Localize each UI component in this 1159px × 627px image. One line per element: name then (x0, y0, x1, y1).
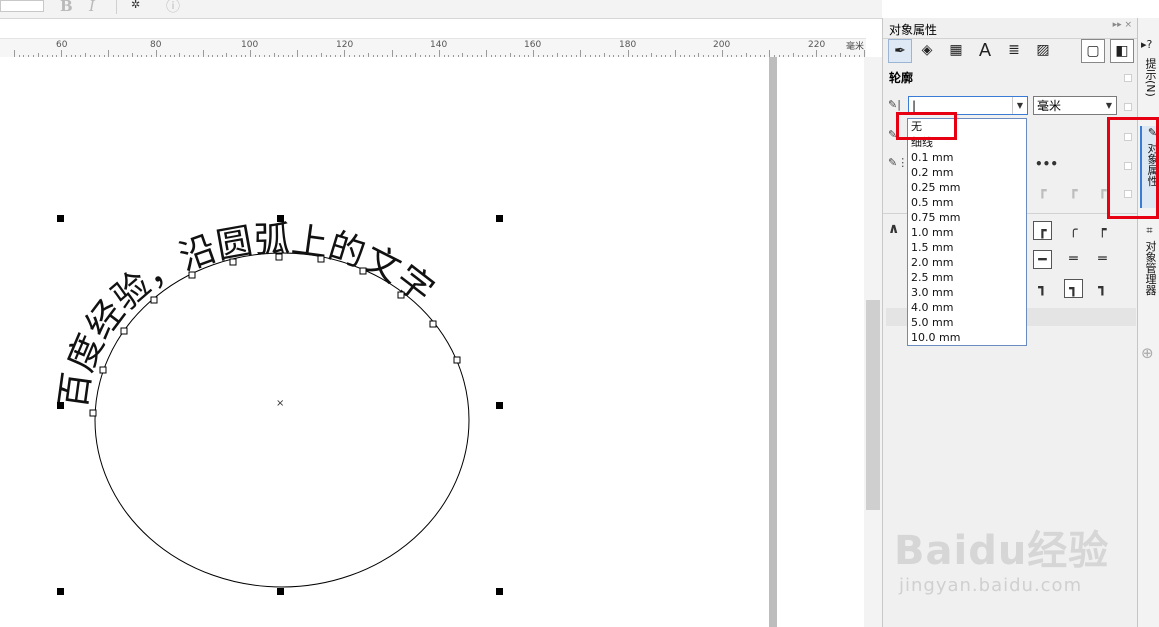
outline-width-icon: ✎| (888, 98, 901, 111)
drawing-canvas[interactable]: 百度经验，沿圆弧上的文字 × (0, 57, 866, 627)
dropdown-option[interactable]: 0.2 mm (911, 165, 953, 180)
outline-section-title: 轮廓 (889, 71, 914, 85)
scrollbar-thumb[interactable] (866, 300, 880, 510)
watermark-logo: Baidu经验 (894, 528, 1110, 574)
dropdown-option[interactable]: 0.25 mm (911, 180, 960, 195)
add-docker-icon[interactable]: ⊕ (1141, 344, 1154, 362)
ruler-label: 160 (524, 40, 542, 50)
canvas-drawing[interactable]: 百度经验，沿圆弧上的文字 (0, 57, 866, 627)
highlight-box-object-properties-tab (1107, 117, 1159, 219)
ruler-label: 60 (56, 40, 68, 50)
dropdown-option[interactable]: 1.5 mm (911, 240, 953, 255)
dropdown-option[interactable]: 0.1 mm (911, 150, 953, 165)
settings-icon[interactable]: ✲ (131, 0, 140, 11)
corner-bevel-button[interactable]: ┍ (1093, 221, 1112, 240)
cap-square-button[interactable]: ═ (1093, 250, 1112, 269)
tab-object-manager-label: 对象管理器 (1144, 240, 1157, 296)
ruler-label: 200 (713, 40, 731, 50)
help-pointer-icon[interactable]: ▸? (1141, 38, 1152, 51)
dropdown-option[interactable]: 4.0 mm (911, 300, 953, 315)
dropdown-option[interactable]: 3.0 mm (911, 285, 953, 300)
chevron-down-icon[interactable]: ▼ (1012, 97, 1027, 114)
corner-dim-icon: ┏ (1069, 183, 1078, 199)
ruler-label: 180 (619, 40, 637, 50)
italic-button[interactable]: I (89, 0, 95, 15)
outline-pen-tab-icon[interactable]: ✒ (888, 39, 912, 63)
position-outside-button[interactable]: ┓ (1033, 279, 1052, 298)
position-center-button[interactable]: ┓ (1064, 279, 1083, 298)
section-checkbox[interactable] (1124, 74, 1132, 82)
ruler-label: 80 (150, 40, 162, 50)
dropdown-option[interactable]: 2.5 mm (911, 270, 953, 285)
docker-tab-bar: ✒ ◈ ▦ A ≣ ▨ ▢ ◧ (883, 38, 1138, 64)
center-mark: × (276, 398, 285, 409)
position-inside-button[interactable]: ┓ (1093, 279, 1112, 298)
outline-width-value: | (912, 99, 917, 113)
cap-butt-button[interactable]: ━ (1033, 250, 1052, 269)
toolbar-divider (116, 0, 117, 14)
miter-limit-icon: ∧ (888, 221, 900, 237)
docker-collapse-icon[interactable]: ▸▸ × (1113, 20, 1132, 30)
arc-text-path: 百度经验，沿圆弧上的文字 (53, 219, 441, 411)
corner-round-button[interactable]: ╭ (1064, 221, 1083, 240)
dropdown-option[interactable]: 10.0 mm (911, 330, 960, 345)
docker-title: 对象属性 (889, 23, 938, 37)
ruler-label: 140 (430, 40, 448, 50)
dropdown-option[interactable]: 2.0 mm (911, 255, 953, 270)
cap-round-button[interactable]: ═ (1064, 250, 1083, 269)
tab-hints[interactable]: 提示(N) (1140, 58, 1158, 97)
dropdown-option[interactable]: 1.0 mm (911, 225, 953, 240)
ruler-unit: 毫米 (845, 42, 864, 52)
watermark-url: jingyan.baidu.com (899, 575, 1083, 596)
corner-miter-button[interactable]: ┏ (1033, 221, 1052, 240)
dropdown-option[interactable]: 5.0 mm (911, 315, 953, 330)
character-tab-icon[interactable]: A (974, 39, 996, 61)
dropdown-option[interactable]: 0.75 mm (911, 210, 960, 225)
horizontal-ruler[interactable]: 60 80 100 120 140 160 180 200 220 毫米 (0, 38, 866, 59)
arc-text[interactable]: 百度经验，沿圆弧上的文字 (53, 219, 441, 411)
property-toolbar: B I ✲ ⓘ (0, 0, 882, 19)
outline-style-icon: ✎⋮ (888, 156, 909, 169)
detail-view-icon[interactable]: ◧ (1110, 39, 1134, 63)
dropdown-option[interactable]: 0.5 mm (911, 195, 953, 210)
layers-small-icon: ⌗ (1144, 226, 1157, 241)
toolbar-field[interactable] (0, 0, 44, 12)
ruler-label: 220 (808, 40, 826, 50)
summary-view-icon[interactable]: ▢ (1081, 39, 1105, 63)
unit-combo[interactable]: 毫米 ▼ (1033, 96, 1117, 115)
page-edge-bar (769, 57, 777, 627)
fill-tab-icon[interactable]: ◈ (916, 39, 938, 61)
chevron-down-icon[interactable]: ▼ (1102, 97, 1116, 114)
tab-object-manager[interactable]: ⌗ 对象管理器 (1140, 226, 1158, 296)
transparency-tab-icon[interactable]: ▦ (945, 39, 967, 61)
outline-width-dropdown[interactable]: 无 细线 0.1 mm 0.2 mm 0.25 mm 0.5 mm 0.75 m… (907, 118, 1027, 346)
ruler-label: 100 (241, 40, 259, 50)
bold-button[interactable]: B (60, 0, 73, 15)
docker-side-tabs: ▸? 提示(N) ✎ 对象属性 ⌗ 对象管理器 ⊕ (1137, 18, 1159, 627)
corner-dim-icon: ┏ (1038, 183, 1047, 199)
ruler-label: 120 (336, 40, 354, 50)
unit-value: 毫米 (1037, 99, 1062, 113)
row-checkbox[interactable] (1124, 103, 1132, 111)
line-style-icon[interactable]: ••• (1035, 157, 1058, 171)
frame-tab-icon[interactable]: ▨ (1032, 39, 1054, 61)
info-icon[interactable]: ⓘ (166, 0, 180, 16)
highlight-box-none-option (896, 112, 957, 140)
paragraph-tab-icon[interactable]: ≣ (1003, 39, 1025, 61)
